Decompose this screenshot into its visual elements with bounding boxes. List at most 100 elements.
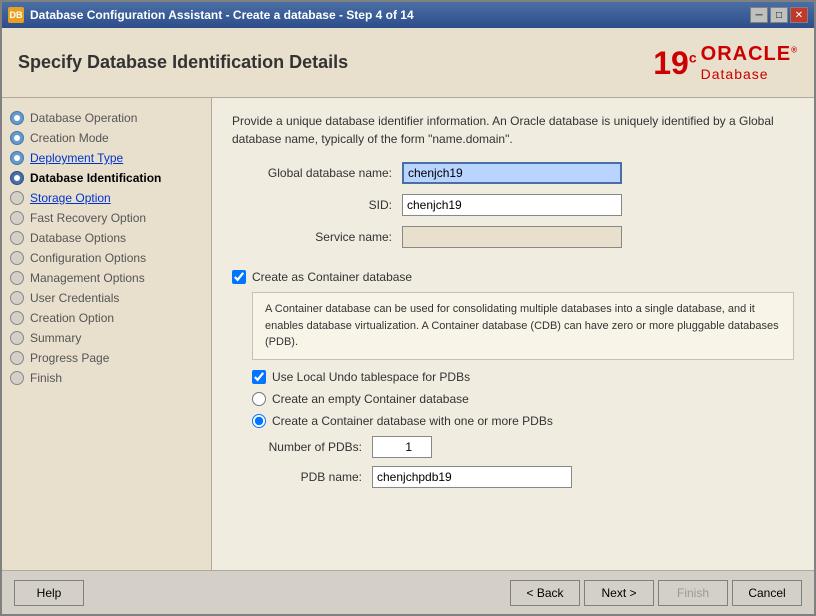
sidebar-item-database-operation: Database Operation bbox=[2, 108, 211, 128]
step-circle-7 bbox=[10, 231, 24, 245]
close-button[interactable]: ✕ bbox=[790, 7, 808, 23]
container-checkbox-label[interactable]: Create as Container database bbox=[252, 270, 412, 284]
step-circle-11 bbox=[10, 311, 24, 325]
sidebar-item-creation-option: Creation Option bbox=[2, 308, 211, 328]
container-checkbox-row: Create as Container database bbox=[232, 270, 794, 284]
step-circle-13 bbox=[10, 351, 24, 365]
num-pdbs-row: Number of PDBs: bbox=[252, 436, 794, 458]
sid-input[interactable] bbox=[402, 194, 622, 216]
sidebar-item-deployment-type[interactable]: Deployment Type bbox=[2, 148, 211, 168]
next-button[interactable]: Next > bbox=[584, 580, 654, 606]
step-circle-3 bbox=[10, 151, 24, 165]
service-name-input[interactable] bbox=[402, 226, 622, 248]
step-circle-2 bbox=[10, 131, 24, 145]
step-circle-12 bbox=[10, 331, 24, 345]
step-circle-1 bbox=[10, 111, 24, 125]
header-bar: Specify Database Identification Details … bbox=[2, 28, 814, 98]
sidebar-item-user-credentials: User Credentials bbox=[2, 288, 211, 308]
sidebar-label-5: Storage Option bbox=[30, 191, 111, 205]
local-undo-row: Use Local Undo tablespace for PDBs bbox=[252, 370, 794, 384]
title-bar-left: DB Database Configuration Assistant - Cr… bbox=[8, 7, 414, 23]
sidebar-item-fast-recovery-option: Fast Recovery Option bbox=[2, 208, 211, 228]
empty-container-row: Create an empty Container database bbox=[252, 392, 794, 406]
service-name-row: Service name: bbox=[232, 226, 794, 248]
sidebar-label-7: Database Options bbox=[30, 231, 126, 245]
sidebar-label-3: Deployment Type bbox=[30, 151, 123, 165]
sidebar-item-configuration-options: Configuration Options bbox=[2, 248, 211, 268]
step-circle-6 bbox=[10, 211, 24, 225]
empty-container-label[interactable]: Create an empty Container database bbox=[272, 392, 469, 406]
sidebar-item-finish: Finish bbox=[2, 368, 211, 388]
service-name-label: Service name: bbox=[232, 230, 402, 244]
minimize-button[interactable]: ─ bbox=[750, 7, 768, 23]
main-content: Database Operation Creation Mode Deploym… bbox=[2, 98, 814, 570]
sidebar-item-creation-mode: Creation Mode bbox=[2, 128, 211, 148]
step-circle-10 bbox=[10, 291, 24, 305]
sidebar-label-8: Configuration Options bbox=[30, 251, 146, 265]
num-pdbs-label: Number of PDBs: bbox=[252, 440, 372, 454]
with-pdbs-radio[interactable] bbox=[252, 414, 266, 428]
local-undo-checkbox[interactable] bbox=[252, 370, 266, 384]
maximize-button[interactable]: □ bbox=[770, 7, 788, 23]
sidebar: Database Operation Creation Mode Deploym… bbox=[2, 98, 212, 570]
pdb-name-input[interactable] bbox=[372, 466, 572, 488]
step-circle-8 bbox=[10, 251, 24, 265]
sidebar-item-progress-page: Progress Page bbox=[2, 348, 211, 368]
pdb-form: Number of PDBs: PDB name: bbox=[252, 436, 794, 488]
sidebar-label-13: Progress Page bbox=[30, 351, 109, 365]
window-title: Database Configuration Assistant - Creat… bbox=[30, 8, 414, 22]
oracle-logo: 19c ORACLE® Database bbox=[653, 43, 798, 82]
sidebar-label-9: Management Options bbox=[30, 271, 145, 285]
container-info-text: A Container database can be used for con… bbox=[265, 303, 779, 348]
title-bar: DB Database Configuration Assistant - Cr… bbox=[2, 2, 814, 28]
finish-button[interactable]: Finish bbox=[658, 580, 728, 606]
sidebar-item-database-options: Database Options bbox=[2, 228, 211, 248]
with-pdbs-label[interactable]: Create a Container database with one or … bbox=[272, 414, 553, 428]
sidebar-label-6: Fast Recovery Option bbox=[30, 211, 146, 225]
sid-label: SID: bbox=[232, 198, 402, 212]
title-buttons: ─ □ ✕ bbox=[750, 7, 808, 23]
sidebar-item-management-options: Management Options bbox=[2, 268, 211, 288]
global-db-name-label: Global database name: bbox=[232, 166, 402, 180]
pdb-name-label: PDB name: bbox=[252, 470, 372, 484]
step-circle-4 bbox=[10, 171, 24, 185]
sid-row: SID: bbox=[232, 194, 794, 216]
oracle-name: ORACLE® bbox=[701, 43, 798, 66]
content-area: Provide a unique database identifier inf… bbox=[212, 98, 814, 570]
page-title: Specify Database Identification Details bbox=[18, 52, 348, 73]
sidebar-label-12: Summary bbox=[30, 331, 81, 345]
help-button[interactable]: Help bbox=[14, 580, 84, 606]
radio-group: Create an empty Container database Creat… bbox=[252, 392, 794, 428]
oracle-db-label: Database bbox=[701, 66, 769, 82]
num-pdbs-input[interactable] bbox=[372, 436, 432, 458]
sidebar-label-14: Finish bbox=[30, 371, 62, 385]
sidebar-label-2: Creation Mode bbox=[30, 131, 109, 145]
with-pdbs-row: Create a Container database with one or … bbox=[252, 414, 794, 428]
cancel-button[interactable]: Cancel bbox=[732, 580, 802, 606]
description-text: Provide a unique database identifier inf… bbox=[232, 112, 794, 148]
oracle-text: ORACLE® Database bbox=[701, 43, 798, 82]
step-circle-14 bbox=[10, 371, 24, 385]
sidebar-label-1: Database Operation bbox=[30, 111, 137, 125]
step-circle-9 bbox=[10, 271, 24, 285]
sidebar-label-11: Creation Option bbox=[30, 311, 114, 325]
sidebar-label-10: User Credentials bbox=[30, 291, 119, 305]
app-icon: DB bbox=[8, 7, 24, 23]
container-info-box: A Container database can be used for con… bbox=[252, 292, 794, 360]
local-undo-label[interactable]: Use Local Undo tablespace for PDBs bbox=[272, 370, 470, 384]
sidebar-label-4: Database Identification bbox=[30, 171, 161, 185]
pdb-name-row: PDB name: bbox=[252, 466, 794, 488]
global-db-name-row: Global database name: bbox=[232, 162, 794, 184]
main-window: DB Database Configuration Assistant - Cr… bbox=[0, 0, 816, 616]
sidebar-item-database-identification[interactable]: Database Identification bbox=[2, 168, 211, 188]
footer-right-buttons: < Back Next > Finish Cancel bbox=[510, 580, 802, 606]
empty-container-radio[interactable] bbox=[252, 392, 266, 406]
container-checkbox[interactable] bbox=[232, 270, 246, 284]
sidebar-item-storage-option[interactable]: Storage Option bbox=[2, 188, 211, 208]
back-button[interactable]: < Back bbox=[510, 580, 580, 606]
sidebar-item-summary: Summary bbox=[2, 328, 211, 348]
oracle-version: 19c bbox=[653, 47, 696, 79]
global-db-name-input[interactable] bbox=[402, 162, 622, 184]
footer: Help < Back Next > Finish Cancel bbox=[2, 570, 814, 614]
step-circle-5 bbox=[10, 191, 24, 205]
